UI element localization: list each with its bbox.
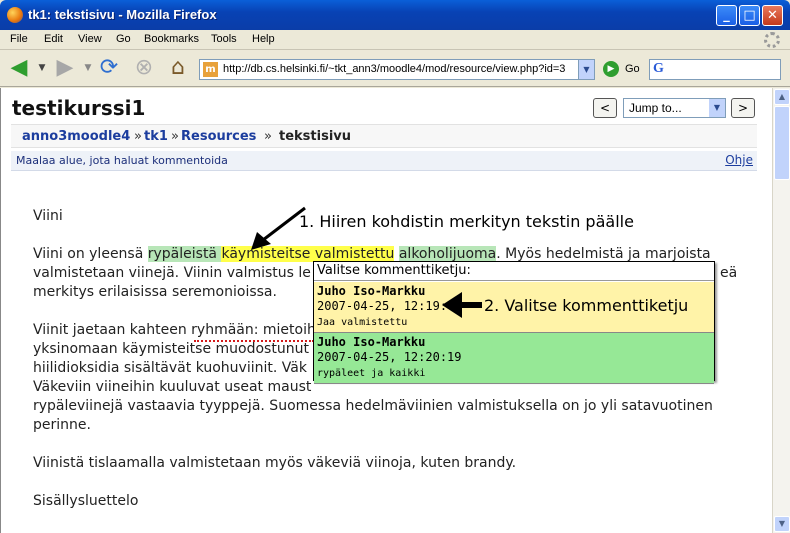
menu-go[interactable]: Go	[116, 33, 131, 45]
scroll-up-icon[interactable]: ▲	[774, 89, 790, 105]
annotated-text-green[interactable]: alkoholijuoma	[398, 246, 497, 262]
forward-dropdown-icon[interactable]: ▼	[82, 55, 94, 81]
menu-view[interactable]: View	[78, 33, 102, 45]
back-arrow-icon[interactable]: ◀	[6, 55, 32, 81]
thread-date: 2007-04-25, 12:19:	[317, 299, 448, 313]
content-line: hiilidioksidia sisältävät kuohuviinit. V…	[33, 360, 307, 376]
breadcrumb-separator: »	[134, 129, 142, 144]
menu-bookmarks[interactable]: Bookmarks	[144, 33, 199, 45]
breadcrumb: anno3moodle4 » tk1 » Resources » tekstis…	[11, 124, 757, 148]
content-line: rypäleviinejä vastaavia tyyppejä. Suomes…	[33, 398, 713, 414]
thread-author: Juho Iso-Markku	[317, 284, 426, 298]
window-titlebar: tk1: tekstisivu - Mozilla Firefox _ □ ✕	[0, 0, 790, 30]
popup-header: Valitse kommenttiketju:	[314, 262, 714, 281]
address-url[interactable]: http://db.cs.helsinki.fi/~tkt_ann3/moodl…	[223, 63, 575, 75]
help-link[interactable]: Ohje	[725, 153, 753, 167]
breadcrumb-current: tekstisivu	[279, 129, 352, 144]
breadcrumb-separator: »	[171, 129, 179, 144]
content-line: Viinit jaetaan kahteen ryhmään: mietoih	[33, 322, 316, 338]
previous-activity-button[interactable]: <	[593, 98, 617, 118]
menu-help[interactable]: Help	[252, 33, 275, 45]
thread-date: 2007-04-25, 12:20:19	[317, 350, 462, 364]
back-dropdown-icon[interactable]: ▼	[36, 55, 48, 81]
annotation-hint-bar: Maalaa alue, jota haluat kommentoida Ohj…	[11, 151, 757, 171]
thread-text: Jaa valmistettu	[317, 317, 408, 328]
breadcrumb-home-link[interactable]: anno3moodle4	[22, 129, 130, 144]
address-bar[interactable]: m http://db.cs.helsinki.fi/~tkt_ann3/moo…	[199, 59, 595, 80]
annotation-label-2: 2. Valitse kommenttiketju	[484, 296, 689, 315]
content-line: eä	[720, 265, 738, 281]
window-title: tk1: tekstisivu - Mozilla Firefox	[28, 7, 217, 22]
comment-thread-popup: Valitse kommenttiketju: Juho Iso-Markku …	[313, 261, 715, 384]
menu-tools[interactable]: Tools	[211, 33, 237, 45]
content-line: Sisällysluettelo	[33, 493, 139, 509]
content-line: perinne.	[33, 417, 91, 433]
thread-author: Juho Iso-Markku	[317, 335, 426, 349]
menu-edit[interactable]: Edit	[44, 33, 63, 45]
annotation-hint: Maalaa alue, jota haluat kommentoida	[16, 154, 228, 167]
scroll-thumb[interactable]	[774, 106, 790, 180]
scroll-down-icon[interactable]: ▼	[774, 516, 790, 532]
breadcrumb-separator: »	[264, 129, 272, 144]
google-search-icon: G	[653, 61, 664, 76]
content-line: Viinistä tislaamalla valmistetaan myös v…	[33, 455, 517, 471]
maximize-button[interactable]: □	[739, 5, 760, 26]
minimize-button[interactable]: _	[716, 5, 737, 26]
home-icon[interactable]: ⌂	[165, 55, 191, 81]
site-favicon-icon: m	[203, 62, 218, 77]
throbber-icon	[764, 32, 780, 48]
content-line: valmistetaan viinejä. Viinin valmistus l…	[33, 265, 311, 281]
arrow-left-icon	[442, 292, 482, 318]
close-button[interactable]: ✕	[762, 5, 783, 26]
stop-icon[interactable]: ⊗	[131, 55, 157, 81]
content-line: Väkeviin viineihin kuuluvat useat maust	[33, 379, 312, 395]
comment-thread-item[interactable]: Juho Iso-Markku 2007-04-25, 12:20:19 ryp…	[314, 333, 714, 384]
content-text: . Myös hedelmistä ja marjoista	[496, 246, 711, 262]
content-line: yksinomaan käymisteitse muodostunut	[33, 341, 309, 357]
jump-to-label: Jump to...	[629, 101, 682, 115]
breadcrumb-course-link[interactable]: tk1	[144, 129, 168, 144]
jump-to-select[interactable]: Jump to... ▼	[623, 98, 726, 118]
search-input[interactable]: G	[649, 59, 781, 80]
address-dropdown-icon[interactable]: ▼	[578, 60, 594, 79]
reload-icon[interactable]: ⟳	[96, 55, 122, 81]
forward-arrow-icon[interactable]: ▶	[52, 55, 78, 81]
menu-file[interactable]: File	[10, 33, 28, 45]
menu-bar: File Edit View Go Bookmarks Tools Help	[0, 30, 790, 50]
next-activity-button[interactable]: >	[731, 98, 755, 118]
vertical-scrollbar[interactable]: ▲ ▼	[772, 88, 790, 533]
firefox-logo-icon	[7, 7, 23, 23]
page-title: testikurssi1	[12, 96, 146, 120]
navigation-toolbar: ◀ ▼ ▶ ▼ ⟳ ⊗ ⌂ m http://db.cs.helsinki.fi…	[0, 51, 790, 87]
content-text: Viini on yleensä	[33, 246, 148, 262]
thread-text: rypäleet ja kaikki	[317, 368, 426, 379]
go-button-label[interactable]: Go	[625, 63, 640, 75]
annotated-text-green[interactable]: rypäleistä	[147, 246, 222, 262]
annotation-label-1: 1. Hiiren kohdistin merkityn tekstin pää…	[299, 212, 634, 231]
content-line: merkitys erilaisissa seremonioissa.	[33, 284, 277, 300]
chevron-down-icon[interactable]: ▼	[709, 99, 725, 117]
breadcrumb-resources-link[interactable]: Resources	[181, 129, 256, 144]
content-heading: Viini	[33, 208, 63, 224]
go-icon[interactable]: ▶	[603, 61, 619, 77]
popup-title: Valitse kommenttiketju:	[317, 263, 471, 278]
